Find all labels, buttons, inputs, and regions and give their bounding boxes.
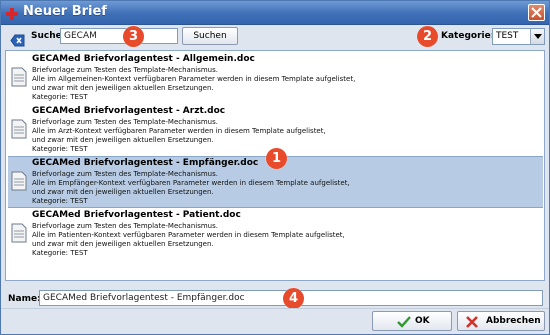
window-title: Neuer Brief [23, 4, 107, 19]
window-plus-icon [5, 6, 19, 20]
document-icon [11, 171, 27, 191]
template-description: Briefvorlage zum Testen des Template-Mec… [32, 222, 218, 230]
template-title: GECAMed Briefvorlagentest - Arzt.doc [32, 106, 226, 116]
search-button[interactable]: Suchen [182, 27, 238, 45]
template-category: Kategorie: TEST [32, 197, 88, 205]
template-title: GECAMed Briefvorlagentest - Empfänger.do… [32, 158, 259, 168]
ok-label: OK [415, 316, 430, 326]
footer-divider [1, 308, 549, 309]
template-category: Kategorie: TEST [32, 93, 88, 101]
title-bar: Neuer Brief [1, 1, 549, 25]
clear-search-icon[interactable] [10, 32, 25, 47]
checkmark-icon [397, 316, 411, 328]
template-description: und zwar mit den jeweiligen aktuellen Er… [32, 188, 214, 196]
category-select[interactable]: TEST [492, 28, 545, 45]
template-item[interactable]: GECAMed Briefvorlagentest - Allgemein.do… [8, 53, 543, 105]
close-icon [531, 7, 542, 18]
cancel-button[interactable]: Abbrechen [457, 311, 545, 331]
new-letter-dialog: Neuer Brief Suche: Suchen Kategorie: TES… [0, 0, 550, 335]
template-list[interactable]: GECAMed Briefvorlagentest - Allgemein.do… [5, 50, 545, 281]
template-category: Kategorie: TEST [32, 249, 88, 257]
template-description: Briefvorlage zum Testen des Template-Mec… [32, 66, 218, 74]
template-title: GECAMed Briefvorlagentest - Allgemein.do… [32, 54, 255, 64]
search-input[interactable] [60, 28, 178, 44]
document-icon [11, 223, 27, 243]
template-title: GECAMed Briefvorlagentest - Patient.doc [32, 210, 241, 220]
dropdown-arrow-icon [534, 34, 542, 39]
template-description: Alle im Empfänger-Kontext verfügbaren Pa… [32, 179, 350, 187]
search-row: Suche: Suchen Kategorie: TEST [1, 26, 549, 48]
template-description: und zwar mit den jeweiligen aktuellen Er… [32, 240, 214, 248]
close-button[interactable] [528, 4, 545, 21]
category-label: Kategorie: [441, 31, 495, 41]
document-icon [11, 67, 27, 87]
template-description: Alle im Allgemeinen-Kontext verfügbaren … [32, 75, 356, 83]
dropdown-button[interactable] [530, 29, 544, 44]
category-value: TEST [496, 31, 519, 41]
template-description: und zwar mit den jeweiligen aktuellen Er… [32, 136, 214, 144]
template-description: Briefvorlage zum Testen des Template-Mec… [32, 170, 218, 178]
cancel-label: Abbrechen [486, 316, 541, 326]
ok-button[interactable]: OK [372, 311, 452, 331]
template-description: Alle im Arzt-Kontext verfügbaren Paramet… [32, 127, 326, 135]
template-description: Briefvorlage zum Testen des Template-Mec… [32, 118, 218, 126]
annotation-badge-1: 1 [266, 148, 287, 169]
cross-icon [466, 316, 478, 328]
document-icon [11, 119, 27, 139]
template-item[interactable]: GECAMed Briefvorlagentest - Patient.doc … [8, 209, 543, 261]
template-description: und zwar mit den jeweiligen aktuellen Er… [32, 84, 214, 92]
name-label: Name: [8, 294, 41, 304]
template-description: Alle im Patienten-Kontext verfügbaren Pa… [32, 231, 345, 239]
annotation-badge-4: 4 [283, 288, 304, 309]
annotation-badge-3: 3 [123, 26, 144, 47]
annotation-badge-2: 2 [417, 26, 438, 47]
template-category: Kategorie: TEST [32, 145, 88, 153]
